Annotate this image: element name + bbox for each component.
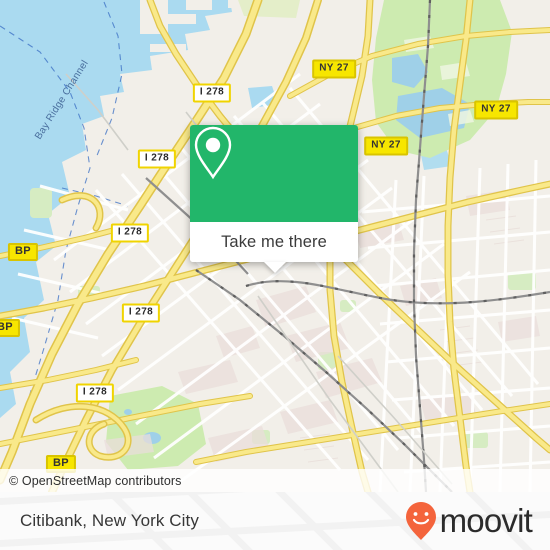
road-shield-ny27[interactable]: NY 27: [474, 100, 518, 120]
popup-tail: [264, 262, 286, 273]
road-shield-bp[interactable]: BP: [7, 243, 39, 261]
road-shield-i278[interactable]: I 278: [137, 149, 177, 169]
popup-icon-area: [190, 125, 358, 222]
moovit-wordmark: moovit: [439, 502, 533, 539]
map-pin-icon: [194, 126, 232, 180]
road-shield-ny27[interactable]: NY 27: [364, 136, 408, 156]
take-me-there-label: Take me there: [221, 232, 327, 251]
attribution-text[interactable]: © OpenStreetMap contributors: [0, 474, 182, 488]
road-shield-i278[interactable]: I 278: [192, 83, 232, 103]
footer-bar: Citibank, New York City moovit: [0, 492, 550, 550]
road-shield-i278[interactable]: I 278: [75, 383, 115, 403]
road-shield-ny27[interactable]: NY 27: [312, 59, 356, 79]
road-shield-i278[interactable]: I 278: [110, 223, 150, 243]
screenshot-root: Bay Ridge Channel I 278 I 278 I 278 I 27…: [0, 0, 550, 550]
popup-cta-area[interactable]: Take me there: [190, 222, 358, 262]
moovit-smiley-pin-icon: [405, 502, 436, 540]
road-shield-i278[interactable]: I 278: [121, 303, 161, 323]
map-canvas[interactable]: Bay Ridge Channel I 278 I 278 I 278 I 27…: [0, 0, 550, 492]
road-shield-bp[interactable]: BP: [0, 319, 21, 337]
location-popup-card[interactable]: Take me there: [190, 125, 358, 262]
map-attribution-bar: © OpenStreetMap contributors: [0, 469, 550, 492]
place-name-label: Citibank, New York City: [20, 511, 199, 530]
moovit-brand[interactable]: moovit: [404, 501, 550, 541]
